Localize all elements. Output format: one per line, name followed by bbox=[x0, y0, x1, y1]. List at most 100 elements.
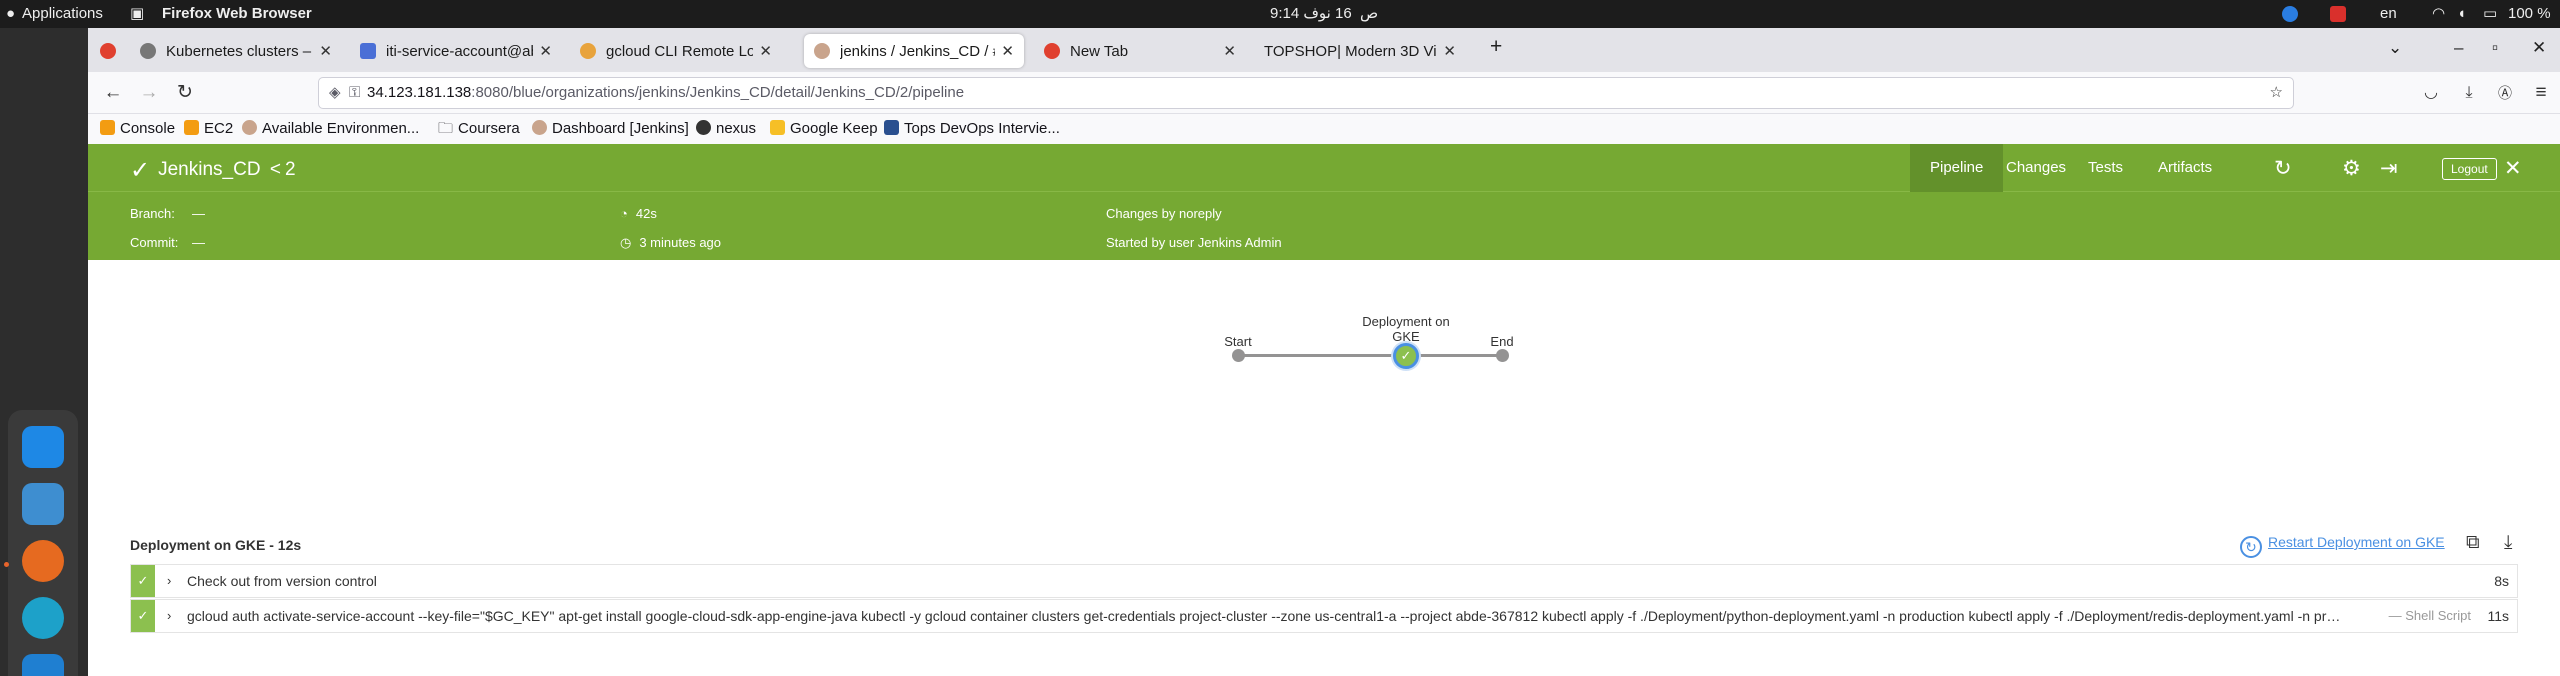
job-name[interactable]: Jenkins_CD bbox=[158, 159, 260, 180]
run-header-top: ✓ Jenkins_CD <2 Pipeline Changes Tests Ar… bbox=[88, 144, 2560, 192]
tab-gcloud-cli-login[interactable]: gcloud CLI Remote Login ✕ bbox=[570, 34, 782, 68]
run-separator: < bbox=[269, 159, 281, 180]
logout-button[interactable]: Logout bbox=[2442, 158, 2497, 180]
time-ago-value: 3 minutes ago bbox=[639, 235, 722, 250]
tab-service-account[interactable]: iti-service-account@abde ✕ bbox=[350, 34, 562, 68]
tops-icon bbox=[884, 120, 899, 135]
graph-start-label: Start bbox=[1224, 334, 1252, 349]
bookmark-ec2[interactable]: EC2 bbox=[184, 119, 233, 139]
success-check-icon: ✓ bbox=[130, 157, 151, 184]
url-host: 34.123.181.138 bbox=[367, 84, 472, 101]
app-menu-icon[interactable]: ≡ bbox=[2528, 80, 2554, 106]
firefox-view-button[interactable] bbox=[90, 34, 124, 68]
changes-by: Changes by noreply bbox=[1106, 206, 1222, 221]
graph-end-node bbox=[1496, 349, 1509, 362]
tab-kubernetes-clusters[interactable]: Kubernetes clusters – Ku ✕ bbox=[130, 34, 342, 68]
stage-title: Deployment on GKE - 12s bbox=[130, 537, 302, 553]
step-row[interactable]: ✓ › gcloud auth activate-service-account… bbox=[130, 599, 2518, 633]
bookmark-available-environments[interactable]: Available Environmen... bbox=[242, 119, 419, 139]
wifi-icon[interactable]: ◠ bbox=[2432, 0, 2445, 28]
close-icon[interactable]: ✕ bbox=[1001, 42, 1014, 60]
rerun-icon[interactable]: ↻ bbox=[2274, 156, 2292, 181]
check-icon: ✓ bbox=[1400, 348, 1412, 363]
close-icon[interactable]: ✕ bbox=[1223, 42, 1236, 60]
software-center-icon[interactable] bbox=[22, 426, 64, 468]
bookmark-console[interactable]: Console bbox=[100, 119, 175, 139]
stage-success-node[interactable]: ✓ bbox=[1393, 343, 1419, 369]
close-icon[interactable]: ✕ bbox=[539, 42, 552, 60]
app-menu-icon: ▣ bbox=[130, 5, 145, 22]
firefox-icon[interactable] bbox=[22, 540, 64, 582]
volume-icon[interactable]: ◖ bbox=[2457, 0, 2466, 28]
restart-stage-link[interactable]: ↻ Restart Deployment on GKE bbox=[2240, 534, 2445, 558]
step-description: gcloud auth activate-service-account --k… bbox=[187, 608, 2347, 624]
minimize-icon[interactable]: – bbox=[2454, 38, 2463, 58]
close-icon[interactable]: ✕ bbox=[1443, 42, 1456, 60]
account-icon[interactable]: Ⓐ bbox=[2492, 80, 2518, 106]
files-icon[interactable] bbox=[22, 483, 64, 525]
step-row[interactable]: ✓ › Check out from version control 8s bbox=[130, 564, 2518, 598]
graph-connector-start bbox=[1238, 354, 1393, 357]
screen-record-icon[interactable] bbox=[2330, 0, 2346, 28]
not-secure-lock-icon[interactable]: ⚿ bbox=[349, 78, 360, 108]
jenkins-blue-ocean-page: ✓ Jenkins_CD <2 Pipeline Changes Tests Ar… bbox=[88, 144, 2560, 676]
app-name-menu[interactable]: Firefox Web Browser bbox=[162, 0, 312, 28]
edge-icon[interactable] bbox=[22, 597, 64, 639]
list-tabs-chevron-icon[interactable]: ⌄ bbox=[2388, 38, 2402, 58]
tab-new-tab[interactable]: New Tab ✕ bbox=[1034, 34, 1246, 68]
battery-icon[interactable]: ▭ bbox=[2483, 0, 2497, 28]
bookmark-google-keep[interactable]: Google Keep bbox=[770, 119, 878, 139]
downloads-icon[interactable]: ⤓ bbox=[2456, 80, 2482, 106]
chrome-indicator-icon[interactable] bbox=[2282, 0, 2298, 28]
tab-jenkins-active[interactable]: jenkins / Jenkins_CD / #2 ✕ bbox=[804, 34, 1024, 68]
running-indicator bbox=[4, 562, 9, 567]
tracking-shield-icon[interactable]: ◈ bbox=[329, 78, 341, 108]
chevron-right-icon[interactable]: › bbox=[167, 565, 171, 597]
activities-button[interactable]: Applications bbox=[22, 0, 103, 28]
new-tab-plus-icon[interactable]: + bbox=[1490, 35, 1502, 59]
tab-title: TOPSHOP| Modern 3D Virtu bbox=[1264, 42, 1438, 60]
time-ago-meta: ◷ 3 minutes ago bbox=[620, 235, 721, 251]
bookmark-coursera[interactable]: 🗀 Coursera bbox=[438, 119, 520, 139]
close-icon[interactable]: ✕ bbox=[759, 42, 772, 60]
tab-tests[interactable]: Tests bbox=[2068, 144, 2143, 192]
forward-arrow-icon[interactable]: → bbox=[136, 80, 162, 106]
graph-stage-label[interactable]: Deployment on GKE bbox=[1356, 314, 1456, 344]
bookmark-tops-devops[interactable]: Tops DevOps Intervie... bbox=[884, 119, 1060, 139]
dock bbox=[0, 28, 88, 676]
restart-icon: ↻ bbox=[2240, 536, 2262, 558]
system-top-bar: ● Applications ▣ Firefox Web Browser 9:1… bbox=[0, 0, 2560, 28]
duration-meta: ◔ 42s bbox=[620, 206, 657, 221]
classic-ui-icon[interactable]: ⇥ bbox=[2380, 156, 2398, 181]
step-duration: 11s bbox=[2487, 608, 2509, 624]
navigation-toolbar: ← → ↻ ◈ ⚿ 34.123.181.138:8080/blue/organ… bbox=[88, 72, 2560, 114]
back-arrow-icon[interactable]: ← bbox=[100, 80, 126, 106]
close-icon[interactable]: ✕ bbox=[2504, 156, 2522, 181]
maximize-icon[interactable]: ▫ bbox=[2492, 38, 2498, 58]
gear-icon[interactable]: ⚙ bbox=[2342, 156, 2361, 181]
input-language[interactable]: en bbox=[2380, 0, 2397, 28]
download-log-icon[interactable]: ⤓ bbox=[2504, 532, 2512, 554]
tab-artifacts[interactable]: Artifacts bbox=[2138, 144, 2232, 192]
open-in-new-icon[interactable]: ⧉ bbox=[2466, 532, 2480, 554]
chevron-right-icon[interactable]: › bbox=[167, 600, 171, 632]
tab-topshop[interactable]: TOPSHOP| Modern 3D Virtu ✕ bbox=[1254, 34, 1466, 68]
reload-icon[interactable]: ↻ bbox=[172, 80, 198, 106]
shield-icon bbox=[360, 43, 376, 59]
close-window-icon[interactable]: ✕ bbox=[2532, 38, 2546, 58]
vscode-icon[interactable] bbox=[22, 654, 64, 676]
graph-start-node bbox=[1232, 349, 1245, 362]
clock[interactable]: 9:14 ‏ 16 نوف‎ ص bbox=[1270, 0, 1378, 28]
jenkins-icon bbox=[532, 120, 547, 135]
commit-label: Commit: bbox=[130, 235, 179, 250]
calendar-icon: ◷ bbox=[620, 235, 632, 250]
url-bar[interactable]: ◈ ⚿ 34.123.181.138:8080/blue/organizatio… bbox=[318, 77, 2294, 109]
pocket-icon[interactable]: ◡ bbox=[2418, 80, 2444, 106]
bookmark-star-icon[interactable]: ☆ bbox=[2270, 78, 2283, 108]
close-icon[interactable]: ✕ bbox=[319, 42, 332, 60]
battery-percentage[interactable]: 100 % bbox=[2508, 0, 2551, 28]
step-duration: 8s bbox=[2494, 573, 2509, 589]
firefox-icon bbox=[1044, 43, 1060, 59]
bookmark-dashboard-jenkins[interactable]: Dashboard [Jenkins] bbox=[532, 119, 689, 139]
bookmark-nexus[interactable]: nexus bbox=[696, 119, 756, 139]
